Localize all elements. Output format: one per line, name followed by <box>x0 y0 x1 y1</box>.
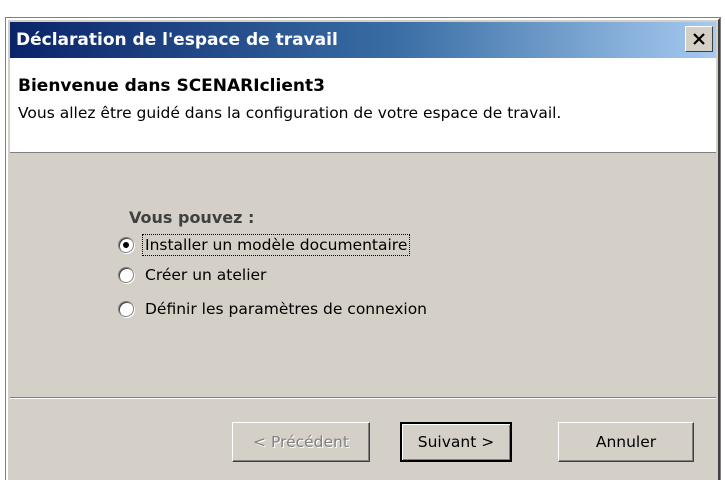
wizard-dialog: Déclaration de l'espace de travail Bienv… <box>5 17 721 480</box>
header-title: Bienvenue dans SCENARIclient3 <box>18 76 325 96</box>
radio-option-connection-settings[interactable]: Définir les paramètres de connexion <box>118 296 429 322</box>
radio-button[interactable] <box>118 301 134 317</box>
radio-label[interactable]: Créer un atelier <box>143 265 268 285</box>
close-icon <box>693 33 705 45</box>
title-bar: Déclaration de l'espace de travail <box>10 22 716 58</box>
header-description: Vous allez être guidé dans la configurat… <box>18 104 562 122</box>
wizard-header: Bienvenue dans SCENARIclient3 Vous allez… <box>10 58 716 153</box>
window-title: Déclaration de l'espace de travail <box>16 30 338 50</box>
radio-label[interactable]: Installer un modèle documentaire <box>141 234 411 256</box>
radio-option-create-workshop[interactable]: Créer un atelier <box>118 262 268 288</box>
radio-button[interactable] <box>118 267 134 283</box>
cancel-button[interactable]: Annuler <box>558 422 694 462</box>
radio-button-checked[interactable] <box>118 237 134 253</box>
next-button[interactable]: Suivant > <box>400 422 512 462</box>
previous-button[interactable]: < Précédent <box>232 422 370 462</box>
close-button[interactable] <box>685 26 713 52</box>
options-heading: Vous pouvez : <box>129 208 255 227</box>
radio-option-install-model[interactable]: Installer un modèle documentaire <box>118 232 411 258</box>
footer-divider <box>10 397 716 399</box>
radio-label[interactable]: Définir les paramètres de connexion <box>143 299 429 319</box>
